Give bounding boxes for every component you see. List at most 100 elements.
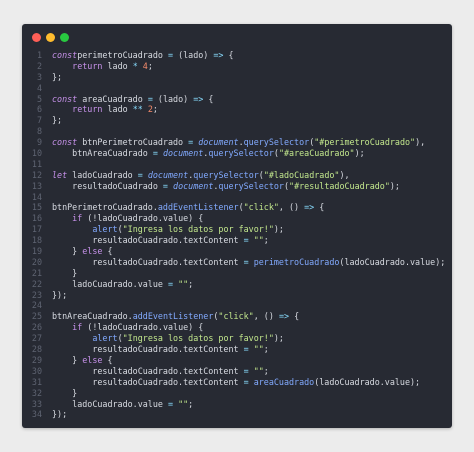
code-line: 22 ladoCuadrado.value = ""; [22,279,452,290]
code-line: 12 let ladoCuadrado = document.querySelec… [22,170,452,181]
code-token: "" [178,398,189,409]
close-window-button[interactable] [32,33,41,42]
code-token: let [52,169,68,180]
code-token: ladoCuadrado [67,169,133,180]
code-token: = [238,344,254,355]
code-token: = [162,278,179,289]
line-number: 24 [31,300,42,311]
code-line: 26 if (!ladoCuadrado.value) { [22,322,452,333]
code-token: => [213,50,224,60]
line-number: 32 [31,387,42,398]
code-token: return [72,60,103,71]
code-token: resultadoCuadrado.textContent [52,376,239,387]
line-number: 27 [31,333,42,344]
code-token: => [304,202,315,213]
code-token: document [147,169,189,180]
code-token: resultadoCuadrado.textContent [52,256,239,267]
code-token: "" [253,235,264,246]
code-token: areaCuadrado [253,376,315,387]
maximize-window-button[interactable] [60,33,69,42]
minimize-window-button[interactable] [46,33,55,42]
code-text: alert("Ingresa los datos por favor!"); [42,224,284,235]
code-text: resultadoCuadrado.textContent = ""; [42,344,269,355]
code-text: resultadoCuadrado = document.querySelect… [42,181,400,192]
code-token: = [238,365,254,376]
code-text: }); [42,409,67,420]
code-line: 20 resultadoCuadrado.textContent = perim… [22,257,452,268]
code-token: else [82,246,103,257]
code-line: 15 btnPerimetroCuadrado.addEventListener(… [22,202,452,213]
code-token: ), [415,137,426,148]
code-token: ladoCuadrado.value [52,398,163,409]
code-token: { [314,202,325,213]
code-token: ); [273,224,284,235]
code-token: 2 [142,104,153,115]
code-text: resultadoCuadrado.textContent = perimetr… [42,257,445,268]
code-token: ** [132,104,143,115]
code-text: alert("Ingresa los datos por favor!"); [42,333,284,344]
code-text: } [42,268,77,279]
code-token: btnPerimetroCuadrado [77,137,184,148]
code-line: 27 alert("Ingresa los datos por favor!")… [22,333,452,344]
code-token: querySelector [208,148,274,159]
code-token: addEventListener [132,311,214,322]
code-token: areaCuadrado [77,93,143,104]
code-token: , () [278,202,305,213]
code-token: ; [188,398,194,409]
code-token: ; [188,278,194,289]
code-token: "click" [243,202,279,213]
code-token: ; [152,104,158,115]
code-token: perimetroCuadrado [253,256,340,267]
code-token: } [52,246,83,257]
code-token: 4 [137,60,148,71]
line-number: 29 [31,354,42,365]
code-token: ; [263,235,269,246]
code-token: else [82,354,103,365]
code-token: { [289,311,300,322]
code-line: 8 [22,126,452,137]
code-text: }; [42,115,62,126]
code-text: if (!ladoCuadrado.value) { [42,322,203,333]
window-titlebar [22,24,452,52]
line-number: 3 [36,71,42,82]
line-number: 22 [31,278,42,289]
line-number: 7 [36,115,42,126]
code-token: alert [92,224,118,235]
code-token: btnAreaCuadrado. [52,311,133,322]
code-line: 21 } [22,268,452,279]
line-number: 14 [31,191,42,202]
code-text: if (!ladoCuadrado.value) { [42,213,203,224]
code-token: (!ladoCuadrado.value) { [82,213,204,224]
code-line: 29 } else { [22,355,452,366]
code-token: resultadoCuadrado.textContent [52,344,239,355]
line-number: 5 [36,93,42,104]
code-line: 31 resultadoCuadrado.textContent = areaC… [22,377,452,388]
line-number: 26 [31,322,42,333]
code-text: ladoCuadrado.value = ""; [42,279,193,290]
code-line: 33 ladoCuadrado.value = ""; [22,399,452,410]
code-token: = [183,137,199,148]
code-line: 19 } else { [22,246,452,257]
code-text: let ladoCuadrado = document.querySelecto… [42,170,350,181]
code-line: 23}); [22,290,452,301]
code-token: ; [147,60,153,71]
code-token: } [52,354,83,365]
code-token: "#ladoCuadrado" [263,169,340,180]
code-token: "" [253,365,264,376]
line-number: 4 [36,82,42,93]
code-line: 25 btnAreaCuadrado.addEventListener("clic… [22,311,452,322]
code-line: 13 resultadoCuadrado = document.querySel… [22,181,452,192]
code-line: 30 resultadoCuadrado.textContent = ""; [22,366,452,377]
code-line: 14 [22,192,452,203]
line-number: 1 [36,50,42,60]
line-number: 31 [31,376,42,387]
code-token: ); [389,180,400,191]
code-token: = [147,148,163,159]
code-token: const [52,50,78,60]
code-line: 17 alert("Ingresa los datos por favor!")… [22,224,452,235]
code-line: 11 [22,159,452,170]
